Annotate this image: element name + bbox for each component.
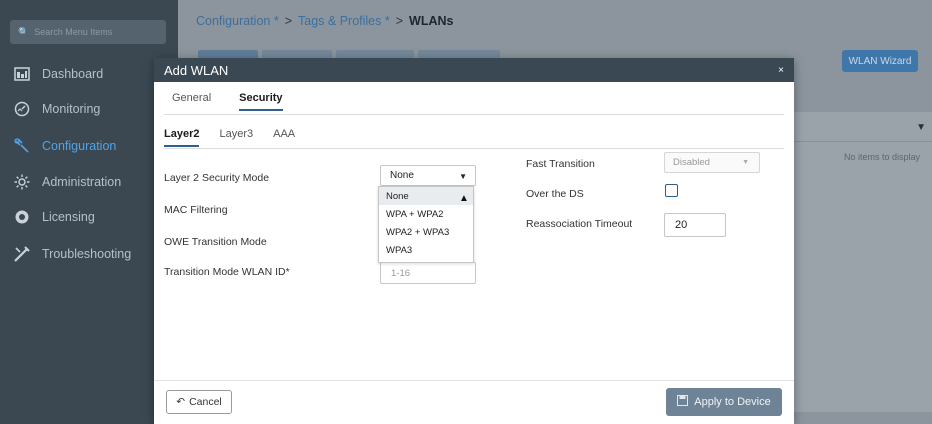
cancel-label: Cancel: [189, 396, 222, 408]
apply-to-device-button[interactable]: Apply to Device: [666, 388, 782, 416]
sidebar-item-label: Administration: [42, 175, 122, 189]
tab-layer3[interactable]: Layer3: [219, 128, 253, 147]
close-icon[interactable]: ×: [778, 65, 784, 76]
reassociation-timeout-input[interactable]: 20: [664, 213, 726, 237]
administration-icon: [12, 172, 32, 192]
apply-label: Apply to Device: [694, 396, 771, 408]
tab-aaa[interactable]: AAA: [273, 128, 295, 147]
reassociation-timeout-label: Reassociation Timeout: [526, 218, 633, 230]
breadcrumb-tags-profiles[interactable]: Tags & Profiles *: [298, 14, 390, 28]
save-icon: [677, 395, 689, 409]
undo-icon: ↶: [176, 396, 186, 408]
breadcrumb-separator: >: [284, 14, 293, 28]
security-mode-select[interactable]: None ▼: [380, 165, 476, 186]
dialog-tabs: General Security: [172, 92, 283, 111]
search-icon: 🔍: [18, 26, 30, 37]
option-wpa2-wpa3[interactable]: WPA2 + WPA3: [379, 223, 473, 241]
security-mode-label: Layer 2 Security Mode: [164, 172, 270, 184]
filter-icon[interactable]: ▼: [916, 122, 926, 133]
over-ds-checkbox[interactable]: [665, 184, 678, 197]
over-ds-label: Over the DS: [526, 188, 584, 200]
sidebar-item-dashboard[interactable]: Dashboard: [12, 64, 103, 84]
sidebar-item-label: Dashboard: [42, 67, 104, 81]
divider: [164, 114, 784, 115]
sidebar-item-troubleshooting[interactable]: Troubleshooting: [12, 244, 131, 264]
chevron-down-icon: ▼: [459, 172, 467, 181]
dialog-title: Add WLAN: [164, 62, 229, 78]
mac-filtering-label: MAC Filtering: [164, 204, 228, 216]
fast-transition-select[interactable]: Disabled ▼: [664, 152, 760, 173]
sidebar-item-label: Monitoring: [42, 102, 101, 116]
sidebar: 🔍 Search Menu Items Dashboard Monitoring…: [0, 0, 178, 424]
licensing-icon: [12, 207, 32, 227]
option-wpa3[interactable]: WPA3: [379, 241, 473, 259]
troubleshooting-icon: [12, 244, 32, 264]
owe-transition-label: OWE Transition Mode: [164, 236, 267, 248]
fast-transition-value: Disabled: [673, 157, 710, 168]
security-mode-value: None: [390, 170, 414, 181]
sidebar-item-licensing[interactable]: Licensing: [12, 207, 95, 227]
transition-wlan-id-label: Transition Mode WLAN ID*: [164, 266, 290, 278]
add-wlan-dialog: Add WLAN × General Security Layer2 Layer…: [154, 58, 794, 424]
chevron-down-icon: ▼: [742, 159, 749, 166]
security-subtabs: Layer2 Layer3 AAA: [164, 128, 295, 147]
transition-wlan-id-placeholder: 1-16: [391, 267, 411, 279]
divider: [164, 148, 784, 149]
sidebar-item-label: Configuration: [42, 139, 117, 153]
sidebar-item-configuration[interactable]: Configuration: [12, 136, 116, 156]
fast-transition-label: Fast Transition: [526, 158, 595, 170]
reassociation-timeout-value: 20: [675, 219, 688, 231]
breadcrumb-separator: >: [395, 14, 404, 28]
sidebar-item-label: Troubleshooting: [42, 247, 132, 261]
transition-wlan-id-input[interactable]: 1-16: [380, 262, 476, 284]
security-mode-dropdown: None WPA + WPA2 WPA2 + WPA3 WPA3 ▲: [378, 186, 474, 263]
tab-general[interactable]: General: [172, 92, 211, 111]
sidebar-item-administration[interactable]: Administration: [12, 172, 121, 192]
breadcrumb-wlans: WLANs: [409, 14, 454, 28]
tab-layer2[interactable]: Layer2: [164, 128, 200, 147]
cancel-button[interactable]: ↶ Cancel: [166, 390, 232, 414]
breadcrumb: Configuration * > Tags & Profiles * > WL…: [178, 0, 932, 42]
menu-search-input[interactable]: 🔍 Search Menu Items: [10, 20, 166, 44]
sidebar-item-monitoring[interactable]: Monitoring: [12, 99, 100, 119]
mouse-cursor-icon: ▲: [459, 193, 469, 204]
dialog-header: Add WLAN ×: [154, 58, 794, 82]
configuration-icon: [12, 136, 32, 156]
option-wpa-wpa2[interactable]: WPA + WPA2: [379, 205, 473, 223]
wlan-wizard-button[interactable]: WLAN Wizard: [842, 50, 918, 72]
tab-security[interactable]: Security: [239, 92, 283, 111]
monitoring-icon: [12, 99, 32, 119]
menu-search-placeholder: Search Menu Items: [34, 27, 113, 37]
dialog-footer: ↶ Cancel Apply to Device: [154, 380, 794, 424]
dashboard-icon: [12, 64, 32, 84]
sidebar-item-label: Licensing: [42, 210, 95, 224]
breadcrumb-configuration[interactable]: Configuration *: [196, 14, 279, 28]
